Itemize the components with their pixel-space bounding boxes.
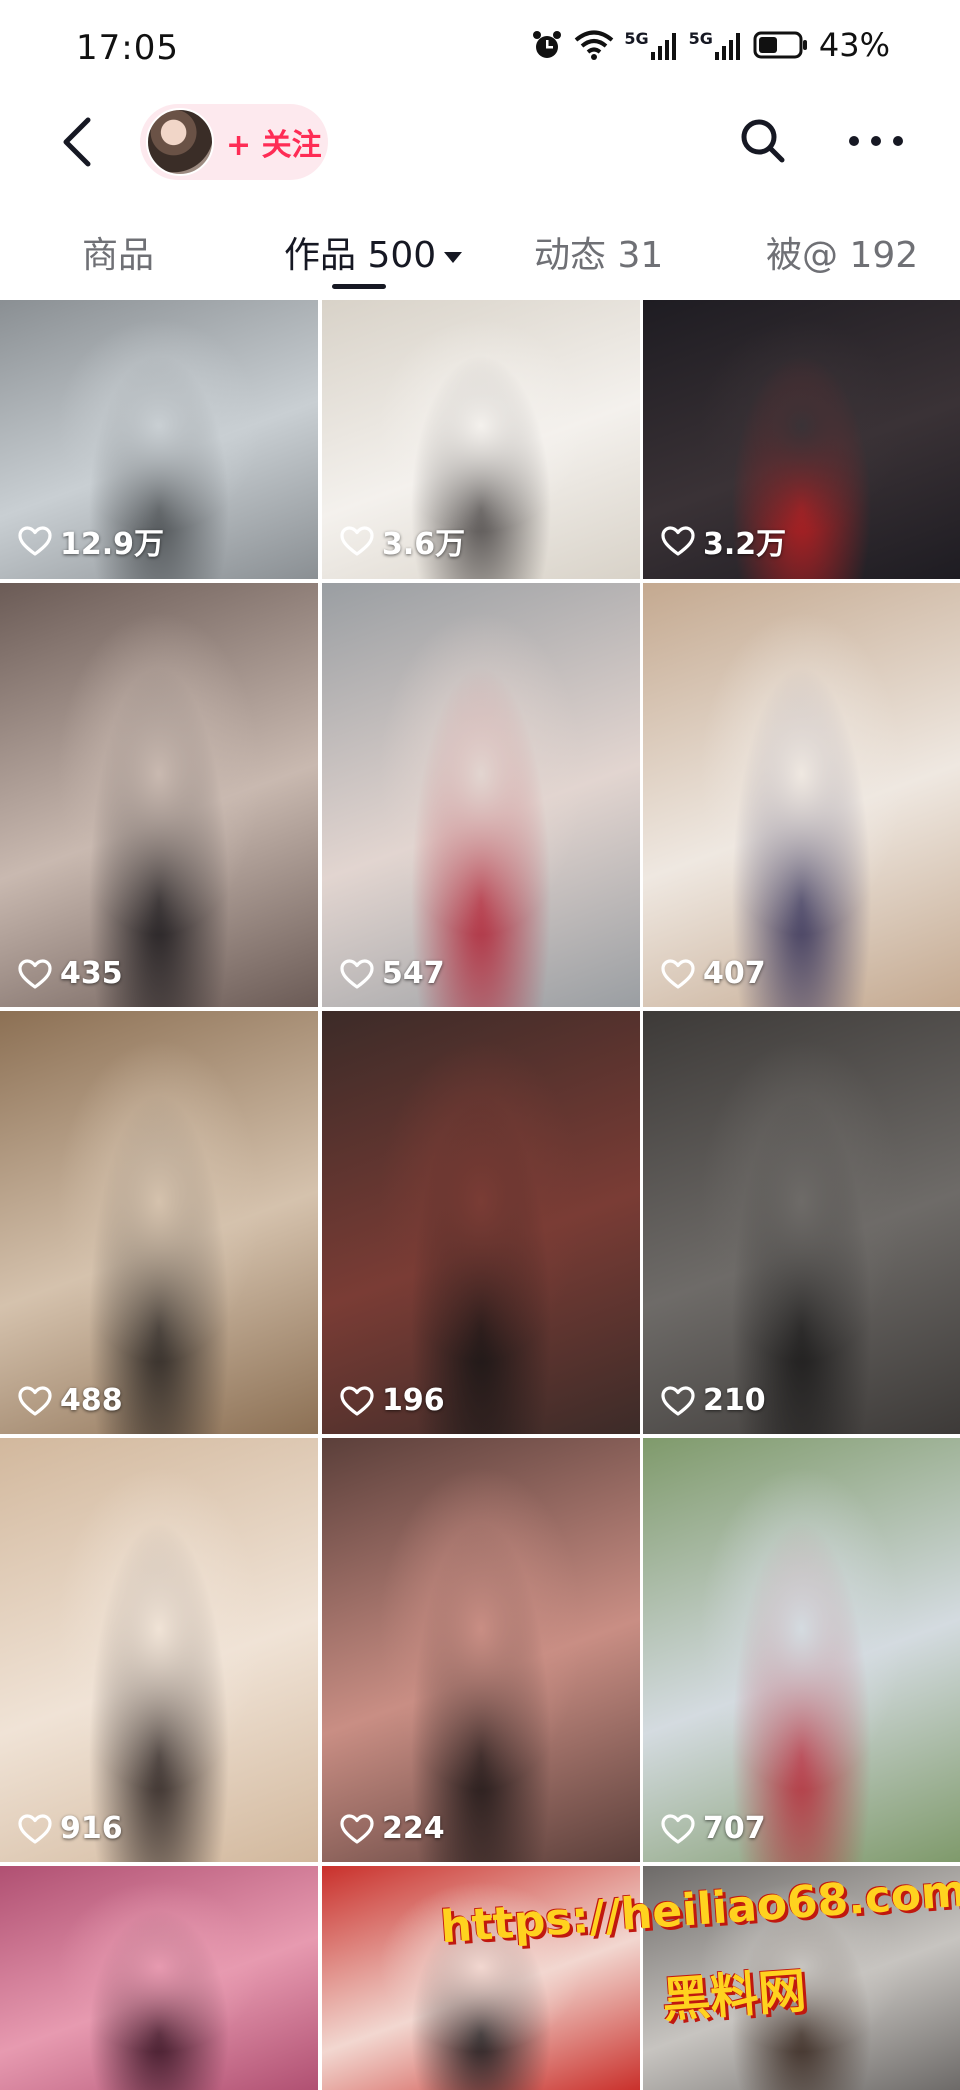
tab-products[interactable]: 商品 xyxy=(82,226,154,278)
profile-tabs: 商品 作品 500 动态 31 被@ 192 xyxy=(0,210,960,290)
battery-icon xyxy=(753,31,807,59)
like-count-value: 407 xyxy=(703,956,766,991)
follow-button[interactable]: + 关注 xyxy=(140,104,328,180)
heart-icon xyxy=(661,526,695,556)
status-icons: 5G 5G 43% xyxy=(530,26,890,64)
heart-icon xyxy=(18,1385,52,1416)
like-count-value: 488 xyxy=(60,1383,123,1418)
heart-icon xyxy=(18,958,52,989)
video-thumbnail[interactable]: 707 xyxy=(643,1438,960,1862)
tab-label: 被@ 192 xyxy=(766,235,919,276)
alarm-icon xyxy=(533,31,562,58)
like-count-value: 196 xyxy=(382,1383,445,1418)
heart-icon xyxy=(18,526,52,556)
avatar[interactable] xyxy=(146,108,214,176)
like-count-value: 12.9万 xyxy=(60,527,165,562)
video-thumbnail[interactable]: 3.2万 xyxy=(643,300,960,579)
heart-icon xyxy=(661,958,695,989)
network-label: 5G xyxy=(688,28,713,48)
like-count-value: 547 xyxy=(382,956,445,991)
status-time: 17:05 xyxy=(76,28,179,68)
video-thumbnail[interactable]: 224 xyxy=(322,1438,640,1862)
status-bar: 17:05 5G 5G 43% xyxy=(0,0,960,100)
like-count: 547 xyxy=(340,956,445,991)
heart-icon xyxy=(661,1813,695,1844)
like-count: 916 xyxy=(18,1811,123,1846)
search-icon[interactable] xyxy=(738,116,788,166)
back-icon[interactable] xyxy=(54,114,104,170)
like-count: 196 xyxy=(340,1383,445,1418)
like-count-value: 210 xyxy=(703,1383,766,1418)
video-thumbnail[interactable]: 3.6万 xyxy=(322,300,640,579)
tab-label: 动态 31 xyxy=(534,235,664,276)
like-count-value: 435 xyxy=(60,956,123,991)
heart-icon xyxy=(340,958,374,989)
like-count: 3.2万 xyxy=(661,519,786,563)
profile-header: + 关注 xyxy=(0,96,960,186)
tab-mentions[interactable]: 被@ 192 xyxy=(766,226,918,278)
tab-works[interactable]: 作品 500 xyxy=(284,226,463,278)
battery-percent: 43% xyxy=(818,26,890,64)
like-count: 435 xyxy=(18,956,123,991)
heart-icon xyxy=(340,1385,374,1416)
like-count: 12.9万 xyxy=(18,519,164,563)
like-count: 210 xyxy=(661,1383,766,1418)
like-count-value: 3.6万 xyxy=(382,527,466,562)
video-thumbnail[interactable]: 488 xyxy=(0,1011,318,1434)
like-count-value: 3.2万 xyxy=(703,527,787,562)
heart-icon xyxy=(18,1813,52,1844)
network-label: 5G xyxy=(624,28,649,48)
video-thumbnail[interactable]: 407 xyxy=(643,583,960,1007)
like-count: 488 xyxy=(18,1383,123,1418)
video-grid: 12.9万 3.6万 3.2万 435 547 407 488 196 210 916 224 707 xyxy=(0,300,960,2090)
video-thumbnail[interactable]: 196 xyxy=(322,1011,640,1434)
tab-moments[interactable]: 动态 31 xyxy=(534,226,663,278)
like-count: 224 xyxy=(340,1811,445,1846)
video-thumbnail[interactable]: 547 xyxy=(322,583,640,1007)
like-count: 707 xyxy=(661,1811,766,1846)
like-count-value: 224 xyxy=(382,1811,445,1846)
video-thumbnail[interactable]: 916 xyxy=(0,1438,318,1862)
like-count-value: 916 xyxy=(60,1811,123,1846)
tab-label: 作品 500 xyxy=(284,235,437,276)
wifi-icon xyxy=(575,30,614,60)
active-tab-indicator xyxy=(332,284,386,289)
signal-icon xyxy=(650,32,676,60)
tab-label: 商品 xyxy=(82,235,155,276)
heart-icon xyxy=(661,1385,695,1416)
video-thumbnail[interactable] xyxy=(0,1866,318,2090)
heart-icon xyxy=(340,526,374,556)
video-thumbnail[interactable]: 435 xyxy=(0,583,318,1007)
heart-icon xyxy=(340,1813,374,1844)
like-count: 3.6万 xyxy=(340,519,465,563)
signal-icon xyxy=(714,32,740,60)
chevron-down-icon xyxy=(444,251,463,263)
follow-label: + 关注 xyxy=(226,128,322,163)
more-icon[interactable] xyxy=(846,126,906,156)
watermark-name: 黑料网 xyxy=(660,1963,809,2029)
like-count: 407 xyxy=(661,956,766,991)
like-count-value: 707 xyxy=(703,1811,766,1846)
video-thumbnail[interactable]: 12.9万 xyxy=(0,300,318,579)
video-thumbnail[interactable]: 210 xyxy=(643,1011,960,1434)
